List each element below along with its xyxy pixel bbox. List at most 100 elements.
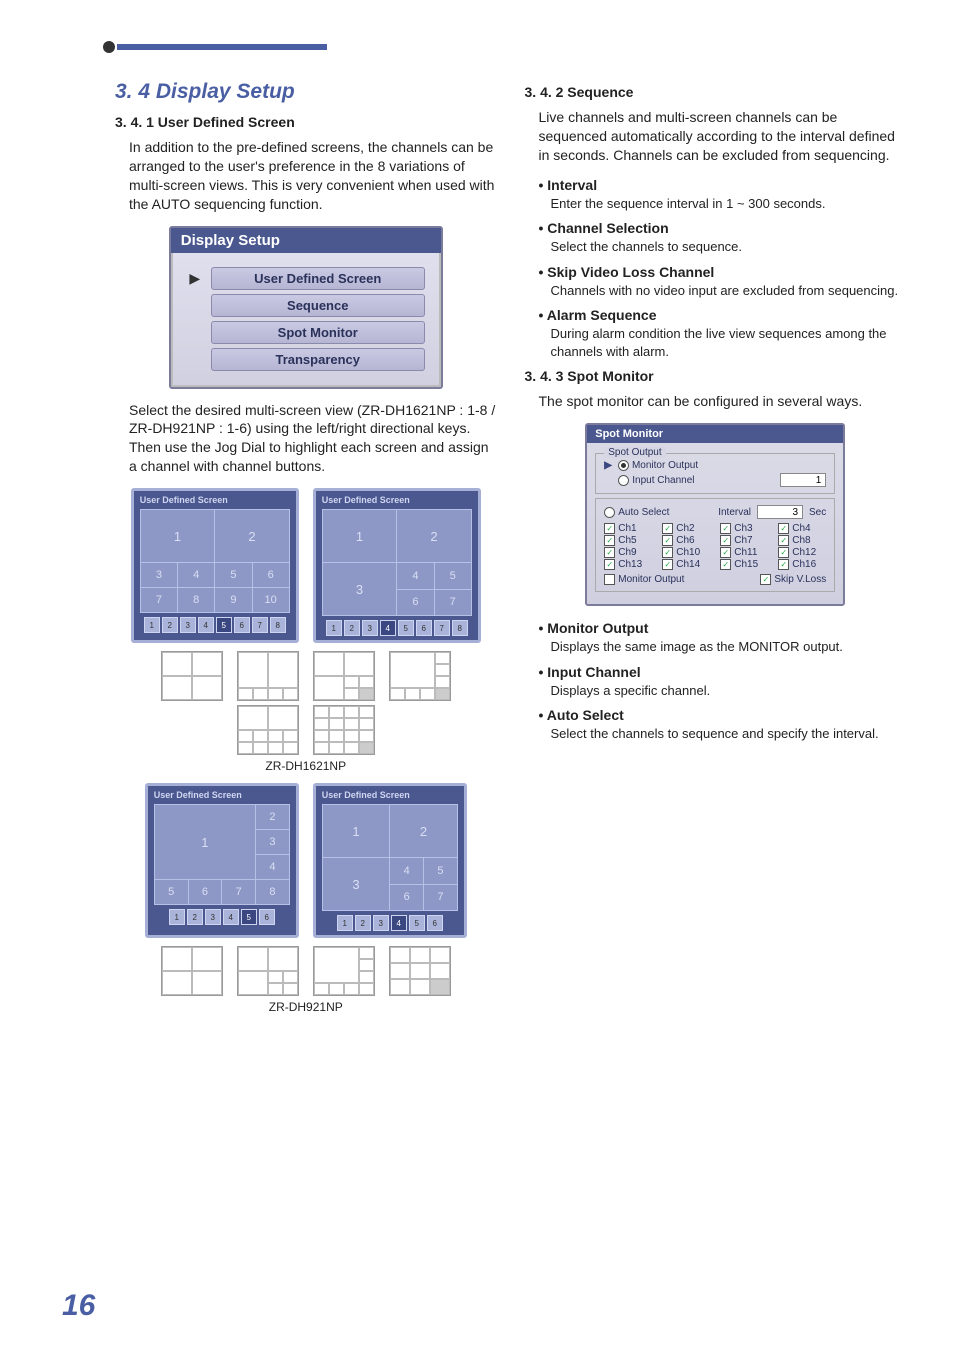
checkbox-ch2[interactable]: Ch2: [662, 523, 710, 534]
variation-selector[interactable]: 12345678: [140, 617, 290, 633]
subheading-342: 3. 4. 2 Sequence: [525, 84, 907, 100]
checkbox-ch13[interactable]: Ch13: [604, 559, 652, 570]
bullet-heading: Auto Select: [539, 707, 907, 723]
screen-cell: 8: [256, 880, 290, 905]
input-channel-field[interactable]: [780, 473, 826, 487]
layout-wireframe-icon: [237, 705, 299, 755]
screen-cell: 2: [397, 510, 472, 563]
variation-selector[interactable]: 123456: [322, 915, 458, 931]
menu-item-transparency[interactable]: Transparency: [211, 348, 425, 371]
checkbox-ch3[interactable]: Ch3: [720, 523, 768, 534]
radio-icon: [604, 507, 615, 518]
screen-cell: 9: [215, 588, 252, 613]
screen-cell: 4: [390, 858, 424, 885]
checkbox-ch9[interactable]: Ch9: [604, 547, 652, 558]
checkbox-ch8[interactable]: Ch8: [778, 535, 826, 546]
layout-wireframe-icon: [161, 651, 223, 701]
screen-cell: 5: [154, 880, 188, 905]
wireframe-row: [115, 651, 497, 701]
menu-item-spot-monitor[interactable]: Spot Monitor: [211, 321, 425, 344]
checkbox-ch14[interactable]: Ch14: [662, 559, 710, 570]
menu-cursor-icon: ▶: [187, 270, 203, 287]
checkbox-skip-vloss[interactable]: Skip V.Loss: [760, 574, 826, 585]
screen-cell: 3: [322, 858, 390, 911]
uds-panel-a: User Defined Screen 12 3456 78910 123456…: [131, 488, 299, 643]
screen-cell: 4: [256, 855, 290, 880]
display-setup-menu: Display Setup ▶ User Defined Screen Sequ…: [169, 226, 443, 389]
radio-input-channel[interactable]: Input Channel: [618, 475, 694, 486]
screen-cell: 5: [215, 563, 252, 588]
selection-arrow-icon: ▶: [604, 460, 612, 471]
screen-cell: 1: [154, 805, 255, 880]
checkbox-ch12[interactable]: Ch12: [778, 547, 826, 558]
checkbox-ch6[interactable]: Ch6: [662, 535, 710, 546]
checkbox-ch11[interactable]: Ch11: [720, 547, 768, 558]
uds-title: User Defined Screen: [316, 786, 464, 802]
paragraph: Select the desired multi-screen view (ZR…: [129, 401, 497, 477]
screen-cell: 2: [390, 805, 458, 858]
page-number: 16: [62, 1289, 95, 1323]
checkbox-ch16[interactable]: Ch16: [778, 559, 826, 570]
bullet-body: Displays the same image as the MONITOR o…: [551, 638, 907, 656]
layout-grid: 12 3 4 5678: [154, 804, 290, 905]
variation-selector[interactable]: 12345678: [322, 620, 472, 636]
layout-wireframe-icon: [389, 946, 451, 996]
screen-cell: 3: [322, 563, 397, 616]
variation-selector[interactable]: 123456: [154, 909, 290, 925]
layout-wireframe-icon: [313, 651, 375, 701]
screen-cell: 5: [424, 858, 458, 885]
screen-cell: 6: [397, 589, 434, 616]
screen-cell: 4: [178, 563, 215, 588]
radio-auto-select[interactable]: Auto Select: [604, 507, 669, 518]
channel-grid: Ch1 Ch2 Ch3 Ch4 Ch5 Ch6 Ch7 Ch8 Ch9 Ch10…: [604, 523, 826, 570]
uds-previews-921: User Defined Screen 12 3 4 5678 123456 U…: [115, 783, 497, 938]
bullet-heading: Channel Selection: [539, 220, 907, 236]
menu-item-user-defined-screen[interactable]: User Defined Screen: [211, 267, 425, 290]
interval-field[interactable]: [757, 505, 803, 519]
screen-cell: 10: [252, 588, 289, 613]
uds-title: User Defined Screen: [148, 786, 296, 802]
uds-panel-d: User Defined Screen 12 345 67 123456: [313, 783, 467, 938]
screen-cell: 6: [188, 880, 222, 905]
checkbox-ch5[interactable]: Ch5: [604, 535, 652, 546]
screen-cell: 4: [397, 563, 434, 590]
screen-cell: 7: [140, 588, 177, 613]
group-label: Spot Output: [604, 447, 665, 458]
uds-previews-1621: User Defined Screen 12 3456 78910 123456…: [115, 488, 497, 643]
bullet-body: Select the channels to sequence and spec…: [551, 725, 907, 743]
checkbox-ch15[interactable]: Ch15: [720, 559, 768, 570]
paragraph: The spot monitor can be configured in se…: [539, 392, 907, 411]
subheading-341: 3. 4. 1 User Defined Screen: [115, 114, 497, 130]
wireframe-row: [115, 705, 497, 755]
uds-title: User Defined Screen: [316, 491, 478, 507]
dialog-title: Spot Monitor: [587, 425, 843, 443]
interval-unit: Sec: [809, 507, 826, 518]
bullet-heading: Interval: [539, 177, 907, 193]
bullet-heading: Skip Video Loss Channel: [539, 264, 907, 280]
checkbox-monitor-output[interactable]: Monitor Output: [604, 574, 684, 585]
checkbox-ch1[interactable]: Ch1: [604, 523, 652, 534]
screen-cell: 7: [424, 884, 458, 911]
layout-grid: 12 345 67: [322, 509, 472, 616]
caption: ZR-DH1621NP: [115, 759, 497, 773]
layout-wireframe-icon: [161, 946, 223, 996]
layout-wireframe-icon: [237, 651, 299, 701]
checkbox-ch10[interactable]: Ch10: [662, 547, 710, 558]
bullet-body: Displays a specific channel.: [551, 682, 907, 700]
bullet-heading: Alarm Sequence: [539, 307, 907, 323]
screen-cell: 8: [178, 588, 215, 613]
interval-label: Interval: [718, 507, 751, 518]
menu-item-sequence[interactable]: Sequence: [211, 294, 425, 317]
radio-monitor-output[interactable]: Monitor Output: [618, 460, 698, 471]
checkbox-ch4[interactable]: Ch4: [778, 523, 826, 534]
screen-cell: 7: [222, 880, 256, 905]
radio-icon: [618, 475, 629, 486]
subheading-343: 3. 4. 3 Spot Monitor: [525, 368, 907, 384]
checkbox-ch7[interactable]: Ch7: [720, 535, 768, 546]
radio-icon: [618, 460, 629, 471]
screen-cell: 2: [256, 805, 290, 830]
screen-cell: 3: [256, 830, 290, 855]
caption: ZR-DH921NP: [115, 1000, 497, 1014]
spot-monitor-dialog: Spot Monitor Spot Output ▶ Monitor Outpu…: [585, 423, 845, 606]
screen-cell: 6: [252, 563, 289, 588]
